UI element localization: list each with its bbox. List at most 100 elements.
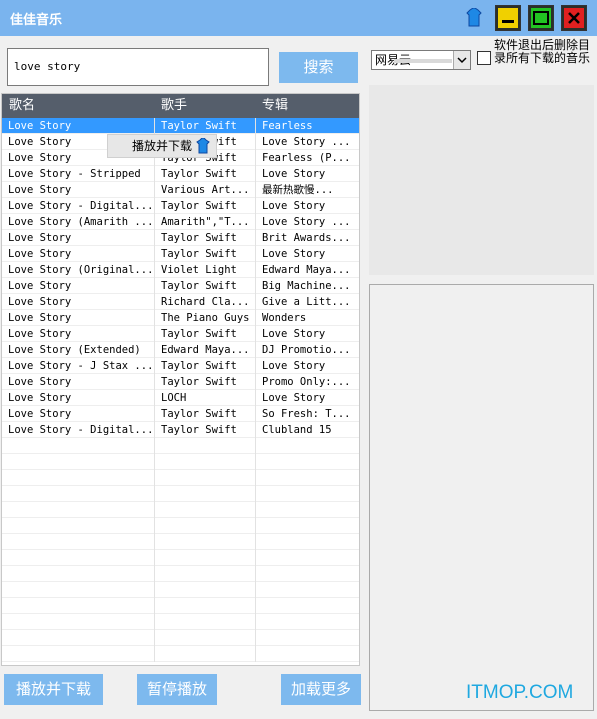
table-row[interactable]: Love Story The Piano Guys Wonders (2, 310, 359, 326)
empty-cell (154, 486, 256, 502)
table-row[interactable]: Love Story Taylor Swift Promo Only:... (2, 374, 359, 390)
song-title-cell: Love Story (8, 376, 72, 388)
empty-row (2, 630, 359, 646)
table-row[interactable]: Love Story LOCH Love Story (2, 390, 359, 406)
song-title-cell: Love Story (8, 232, 72, 244)
album-cell: Love Story (255, 358, 359, 374)
empty-cell (255, 614, 359, 630)
empty-cell (154, 598, 256, 614)
artist-cell: Various Art... (154, 182, 255, 198)
artist-cell: Taylor Swift (154, 358, 255, 374)
empty-row (2, 646, 359, 662)
table-row[interactable]: Love Story Taylor Swift So Fresh: T... (2, 406, 359, 422)
table-row[interactable]: Love Story (Original... Violet Light Edwar… (2, 262, 359, 278)
artist-cell: Taylor Swift (154, 278, 255, 294)
artist-cell: Violet Light (154, 262, 255, 278)
empty-cell (154, 630, 256, 646)
song-title-cell: Love Story - Digital... (8, 424, 154, 436)
empty-row (2, 438, 359, 454)
empty-cell (154, 502, 256, 518)
song-title-cell: Love Story (8, 280, 72, 292)
song-title-cell: Love Story - Stripped (8, 168, 141, 180)
main-area: love story 搜索 网易云 软件退出后删除目录所有下载的音乐 歌名 歌手… (0, 36, 597, 719)
table-row[interactable]: Love Story Taylor Swift Big Machine... (2, 278, 359, 294)
table-row[interactable]: Love Story (Amarith ... Amarith","T... Lov… (2, 214, 359, 230)
table-row[interactable]: Love Story Taylor Swift Fearless (2, 118, 359, 134)
search-input[interactable]: love story (7, 48, 269, 86)
album-cell: Promo Only:... (255, 374, 359, 390)
empty-row (2, 454, 359, 470)
empty-cell (154, 518, 256, 534)
search-button[interactable]: 搜索 (279, 52, 358, 83)
empty-cell (255, 550, 359, 566)
empty-cell (255, 438, 359, 454)
column-header-album[interactable]: 专辑 (255, 94, 359, 118)
album-cell: Brit Awards... (255, 230, 359, 246)
table-header: 歌名 歌手 专辑 (2, 94, 359, 118)
empty-cell (255, 630, 359, 646)
empty-cell (154, 470, 256, 486)
artist-cell: LOCH (154, 390, 255, 406)
column-header-title[interactable]: 歌名 (2, 94, 154, 118)
artist-cell: The Piano Guys (154, 310, 255, 326)
empty-row (2, 534, 359, 550)
source-select[interactable]: 网易云 (371, 50, 471, 70)
select-highlight (394, 59, 452, 63)
table-row[interactable]: Love Story Taylor Swift Brit Awards... (2, 230, 359, 246)
load-more-button[interactable]: 加载更多 (281, 674, 361, 705)
artist-cell: Taylor Swift (154, 246, 255, 262)
table-row[interactable]: Love Story Various Art... 最新热歌慢... (2, 182, 359, 198)
empty-cell (255, 566, 359, 582)
album-cell: Give a Litt... (255, 294, 359, 310)
album-cell: Big Machine... (255, 278, 359, 294)
empty-row (2, 502, 359, 518)
table-row[interactable]: Love Story Richard Cla... Give a Litt... (2, 294, 359, 310)
artist-cell: Edward Maya... (154, 342, 255, 358)
chevron-down-icon[interactable] (453, 51, 470, 69)
table-row[interactable]: Love Story Taylor Swift Love Story (2, 246, 359, 262)
empty-cell (255, 582, 359, 598)
empty-row (2, 470, 359, 486)
album-cell: Love Story (255, 326, 359, 342)
minimize-button[interactable] (495, 5, 521, 31)
empty-cell (154, 582, 256, 598)
empty-cell (255, 470, 359, 486)
empty-row (2, 566, 359, 582)
empty-cell (154, 454, 256, 470)
album-cell: Edward Maya... (255, 262, 359, 278)
cursor-icon (196, 137, 210, 154)
empty-cell (255, 502, 359, 518)
song-title-cell: Love Story (8, 296, 72, 308)
pause-button[interactable]: 暂停播放 (137, 674, 217, 705)
right-panel-bottom (369, 284, 594, 711)
song-title-cell: Love Story (8, 328, 72, 340)
artist-cell: Taylor Swift (154, 166, 255, 182)
song-title-cell: Love Story - Digital... (8, 200, 154, 212)
table-row[interactable]: Love Story Taylor Swift Love Story (2, 326, 359, 342)
empty-cell (154, 614, 256, 630)
delete-on-exit-label: 软件退出后删除目录所有下载的音乐 (494, 38, 591, 65)
table-row[interactable]: Love Story (Extended) Edward Maya... DJ Pr… (2, 342, 359, 358)
song-title-cell: Love Story (8, 392, 72, 404)
close-button[interactable] (561, 5, 587, 31)
album-cell: Love Story ... (255, 134, 359, 150)
right-panel-top (369, 85, 594, 275)
album-cell: Fearless (P... (255, 150, 359, 166)
play-download-button[interactable]: 播放并下载 (4, 674, 103, 705)
maximize-button[interactable] (528, 5, 554, 31)
album-cell: Clubland 15 (255, 422, 359, 438)
skin-icon[interactable] (465, 7, 483, 28)
song-title-cell: Love Story (8, 312, 72, 324)
table-row[interactable]: Love Story - Stripped Taylor Swift Love St… (2, 166, 359, 182)
empty-cell (255, 486, 359, 502)
artist-cell: Taylor Swift (154, 118, 255, 134)
album-cell: Fearless (255, 118, 359, 134)
table-row[interactable]: Love Story - Digital... Taylor Swift Clubl… (2, 422, 359, 438)
album-cell: 最新热歌慢... (255, 182, 359, 198)
table-row[interactable]: Love Story - J Stax ... Taylor Swift Love … (2, 358, 359, 374)
empty-cell (255, 598, 359, 614)
album-cell: Wonders (255, 310, 359, 326)
delete-on-exit-checkbox[interactable] (477, 51, 491, 65)
column-header-artist[interactable]: 歌手 (154, 94, 255, 118)
table-row[interactable]: Love Story - Digital... Taylor Swift Love … (2, 198, 359, 214)
